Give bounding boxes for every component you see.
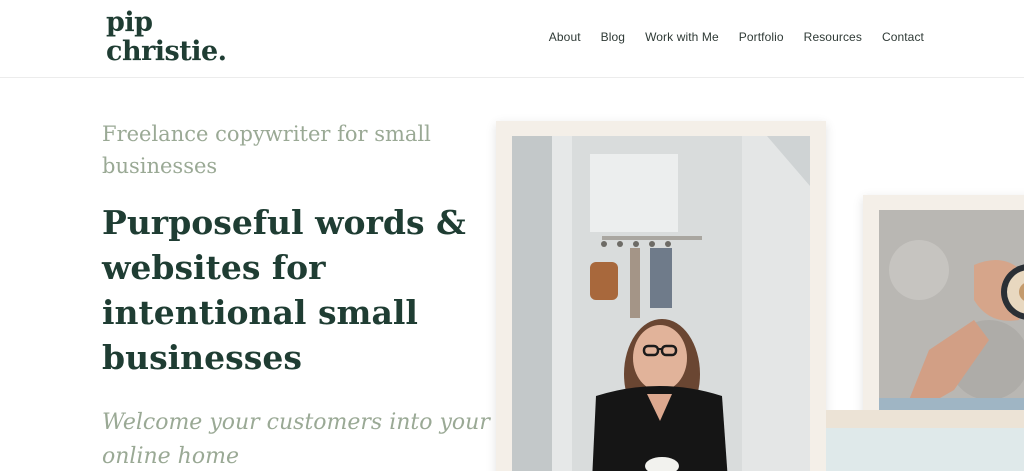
portrait-photo [512, 136, 810, 471]
nav-item-portfolio[interactable]: Portfolio [739, 30, 784, 44]
portrait-illustration [512, 136, 810, 471]
hero-eyebrow: Freelance copywriter for small businesse… [102, 122, 431, 178]
coffee-photo-frame [863, 195, 1024, 425]
decor-band-tan [826, 410, 1024, 428]
site-header: pip christie. About Blog Work with Me Po… [0, 0, 1024, 78]
nav-item-contact[interactable]: Contact [882, 30, 924, 44]
hero-tagline: Welcome your customers into your online … [102, 410, 490, 469]
site-logo[interactable]: pip christie. [106, 8, 227, 66]
decor-band-blue [826, 428, 1024, 471]
coffee-illustration [879, 210, 1024, 410]
main-nav: About Blog Work with Me Portfolio Resour… [529, 30, 924, 44]
nav-item-about[interactable]: About [549, 30, 581, 44]
nav-item-blog[interactable]: Blog [601, 30, 625, 44]
nav-item-work-with-me[interactable]: Work with Me [645, 30, 719, 44]
logo-line-1: pip [106, 7, 153, 38]
portrait-frame [496, 121, 826, 471]
nav-item-resources[interactable]: Resources [804, 30, 862, 44]
hero-section: Freelance copywriter for small businesse… [102, 118, 492, 471]
logo-line-2: christie. [106, 36, 227, 67]
coffee-photo [879, 210, 1024, 410]
hero-headline: Purposeful words & websites for intentio… [102, 203, 466, 377]
